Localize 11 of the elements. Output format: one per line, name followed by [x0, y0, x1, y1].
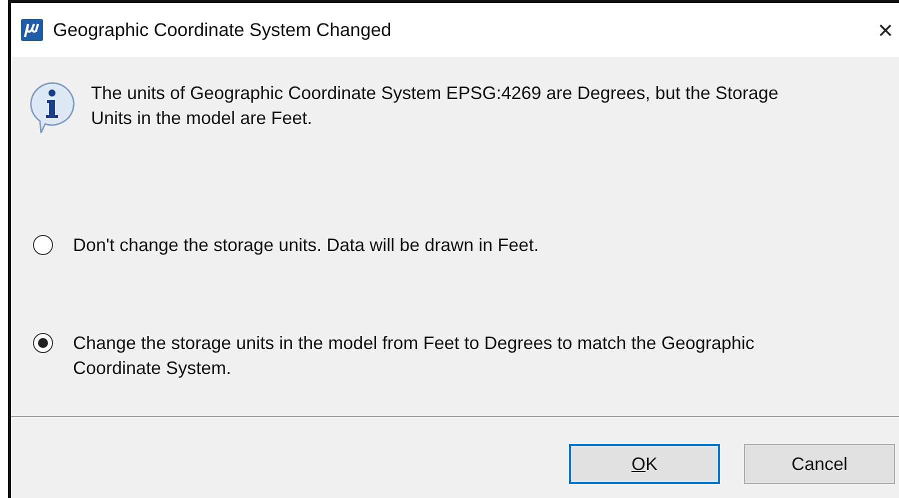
- message-text: The units of Geographic Coordinate System EPSG:4269 are Degrees, but the Storage Units in the model are Feet.: [91, 82, 780, 130]
- radio-button[interactable]: [33, 235, 53, 255]
- app-logo-icon: [21, 19, 43, 41]
- radio-button[interactable]: [33, 333, 53, 353]
- option-label[interactable]: Don't change the storage units. Data will be drawn in Feet.: [73, 233, 798, 258]
- close-button[interactable]: ×: [872, 17, 899, 43]
- option-label[interactable]: Change the storage units in the model from Feet to Degrees to match the Geographic Coordinate System.: [73, 331, 798, 381]
- info-icon: [27, 81, 77, 135]
- dialog-button[interactable]: Cancel: [744, 444, 895, 484]
- window-title: Geographic Coordinate System Changed: [53, 18, 392, 42]
- dialog-button[interactable]: OK: [569, 444, 720, 484]
